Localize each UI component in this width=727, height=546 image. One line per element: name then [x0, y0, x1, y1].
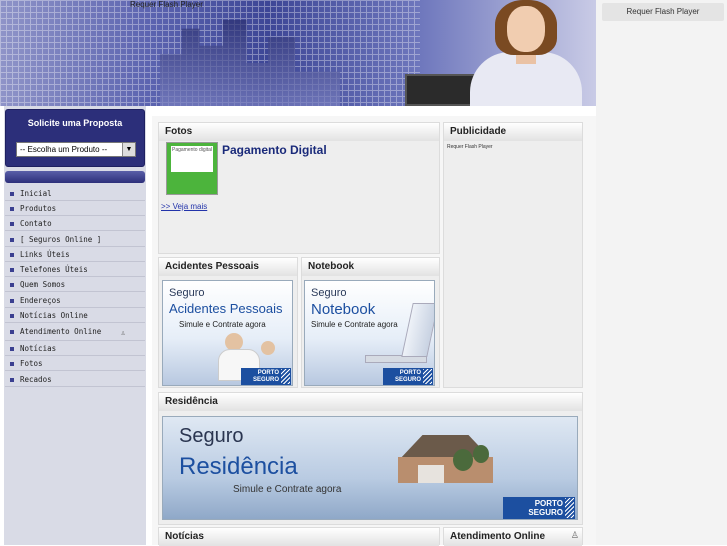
- acidentes-banner-line3: Simule e Contrate agora: [179, 320, 266, 329]
- publicidade-panel: Publicidade: [443, 122, 583, 388]
- menu-item-fotos[interactable]: Fotos: [5, 356, 145, 371]
- logo-line2: SEGURO: [252, 377, 279, 383]
- residencia-banner[interactable]: Seguro Residência Simule e Contrate agor…: [162, 416, 578, 520]
- menu-item-telefones-uteis[interactable]: Telefones Úteis: [5, 262, 145, 277]
- menu-item-recados[interactable]: Recados: [5, 372, 145, 387]
- right-sidebar: [596, 0, 727, 545]
- fotos-thumbnail-label: Pagamento digital: [171, 146, 213, 172]
- notebook-heading: Notebook: [302, 258, 439, 276]
- acidentes-banner[interactable]: Seguro Acidentes Pessoais Simule e Contr…: [162, 280, 293, 386]
- publicidade-heading: Publicidade: [444, 123, 582, 141]
- porto-seguro-logo: PORTO SEGURO: [241, 368, 291, 385]
- logo-line1: PORTO: [534, 499, 563, 508]
- menu-item-label: [ Seguros Online ]: [20, 235, 102, 244]
- logo-line2: SEGURO: [394, 377, 421, 383]
- tree-graphic: [453, 449, 473, 471]
- porto-wave-icon: [565, 498, 574, 518]
- person-icon: ♙: [570, 530, 579, 540]
- porto-wave-icon: [423, 369, 432, 384]
- tree-graphic: [473, 445, 489, 463]
- square-bullet-icon: [10, 238, 14, 242]
- fotos-heading: Fotos: [159, 123, 439, 141]
- logo-line1: PORTO: [257, 370, 279, 376]
- menu-item-inicial[interactable]: Inicial: [5, 186, 145, 201]
- menu-item-label: Recados: [20, 375, 52, 384]
- product-select[interactable]: -- Escolha um Produto -- ▼: [16, 142, 136, 157]
- menu-header-bar: [5, 171, 145, 183]
- notebook-screen-graphic: [401, 303, 434, 357]
- menu-item-quem-somos[interactable]: Quem Somos: [5, 277, 145, 292]
- menu-item-label: Fotos: [20, 359, 43, 368]
- menu-item-links-uteis[interactable]: Links Úteis: [5, 247, 145, 262]
- square-bullet-icon: [10, 330, 14, 334]
- square-bullet-icon: [10, 207, 14, 211]
- house-garage-graphic: [418, 465, 444, 483]
- square-bullet-icon: [10, 347, 14, 351]
- logo-line1: PORTO: [399, 370, 421, 376]
- square-bullet-icon: [10, 283, 14, 287]
- header-woman-face: [507, 6, 545, 52]
- residencia-heading: Residência: [159, 393, 582, 411]
- menu-item-contato[interactable]: Contato: [5, 216, 145, 231]
- porto-seguro-logo: PORTO SEGURO: [503, 497, 575, 519]
- square-bullet-icon: [10, 192, 14, 196]
- proposal-box: Solicite uma Proposta -- Escolha um Prod…: [5, 109, 145, 167]
- chevron-down-icon[interactable]: ▼: [122, 143, 135, 156]
- proposal-title: Solicite uma Proposta: [27, 118, 123, 128]
- atendimento-heading: Atendimento Online: [444, 528, 582, 546]
- header-flash-notice[interactable]: Requer Flash Player: [130, 0, 203, 9]
- fotos-thumbnail[interactable]: Pagamento digital: [166, 142, 218, 195]
- menu-item-atendimento-online[interactable]: Atendimento Online ♙: [5, 324, 145, 341]
- fotos-item-title[interactable]: Pagamento Digital: [222, 143, 327, 157]
- menu-item-label: Notícias: [20, 344, 57, 353]
- acidentes-banner-line2: Acidentes Pessoais: [169, 301, 283, 316]
- square-bullet-icon: [10, 362, 14, 366]
- square-bullet-icon: [10, 253, 14, 257]
- square-bullet-icon: [10, 222, 14, 226]
- notebook-banner-line1: Seguro: [311, 287, 347, 299]
- menu-item-produtos[interactable]: Produtos: [5, 201, 145, 216]
- person-icon: ♙: [121, 329, 126, 337]
- menu-item-label: Atendimento Online: [20, 327, 102, 336]
- menu-item-label: Telefones Úteis: [20, 265, 88, 274]
- menu-item-label: Inicial: [20, 189, 52, 198]
- publicidade-flash-notice[interactable]: Requer Flash Player: [447, 144, 493, 150]
- residencia-banner-line1: Seguro: [179, 425, 244, 447]
- residencia-banner-line3: Simule e Contrate agora: [233, 484, 342, 495]
- notebook-banner-line2: Notebook: [311, 301, 376, 318]
- square-bullet-icon: [10, 378, 14, 382]
- right-flash-notice[interactable]: Requer Flash Player: [602, 3, 724, 21]
- acidentes-heading: Acidentes Pessoais: [159, 258, 297, 276]
- square-bullet-icon: [10, 299, 14, 303]
- porto-wave-icon: [281, 369, 290, 384]
- menu-item-noticias-online[interactable]: Notícias Online: [5, 308, 145, 323]
- menu-item-label: Notícias Online: [20, 311, 88, 320]
- logo-line2: SEGURO: [528, 508, 563, 517]
- menu-item-seguros-online[interactable]: [ Seguros Online ]: [5, 232, 145, 247]
- menu-item-noticias[interactable]: Notícias: [5, 341, 145, 356]
- header-banner: [0, 0, 596, 106]
- product-select-value: -- Escolha um Produto --: [20, 145, 108, 154]
- acidentes-banner-line1: Seguro: [169, 287, 205, 299]
- notebook-banner-line3: Simule e Contrate agora: [311, 320, 398, 329]
- noticias-heading: Notícias: [159, 528, 439, 546]
- square-bullet-icon: [10, 314, 14, 318]
- residencia-banner-line2: Residência: [179, 453, 298, 480]
- notebook-banner[interactable]: Seguro Notebook Simule e Contrate agora …: [304, 280, 435, 386]
- menu-item-label: Produtos: [20, 204, 57, 213]
- fotos-more-link[interactable]: >> Veja mais: [161, 202, 207, 211]
- menu-item-enderecos[interactable]: Endereços: [5, 293, 145, 308]
- square-bullet-icon: [10, 268, 14, 272]
- noticias-panel: Notícias: [158, 527, 440, 546]
- menu-item-label: Quem Somos: [20, 280, 66, 289]
- porto-seguro-logo: PORTO SEGURO: [383, 368, 433, 385]
- menu-item-label: Links Úteis: [20, 250, 70, 259]
- menu-item-label: Endereços: [20, 296, 61, 305]
- family-photo-child: [261, 341, 275, 355]
- atendimento-panel: Atendimento Online ♙: [443, 527, 583, 546]
- menu-item-label: Contato: [20, 219, 52, 228]
